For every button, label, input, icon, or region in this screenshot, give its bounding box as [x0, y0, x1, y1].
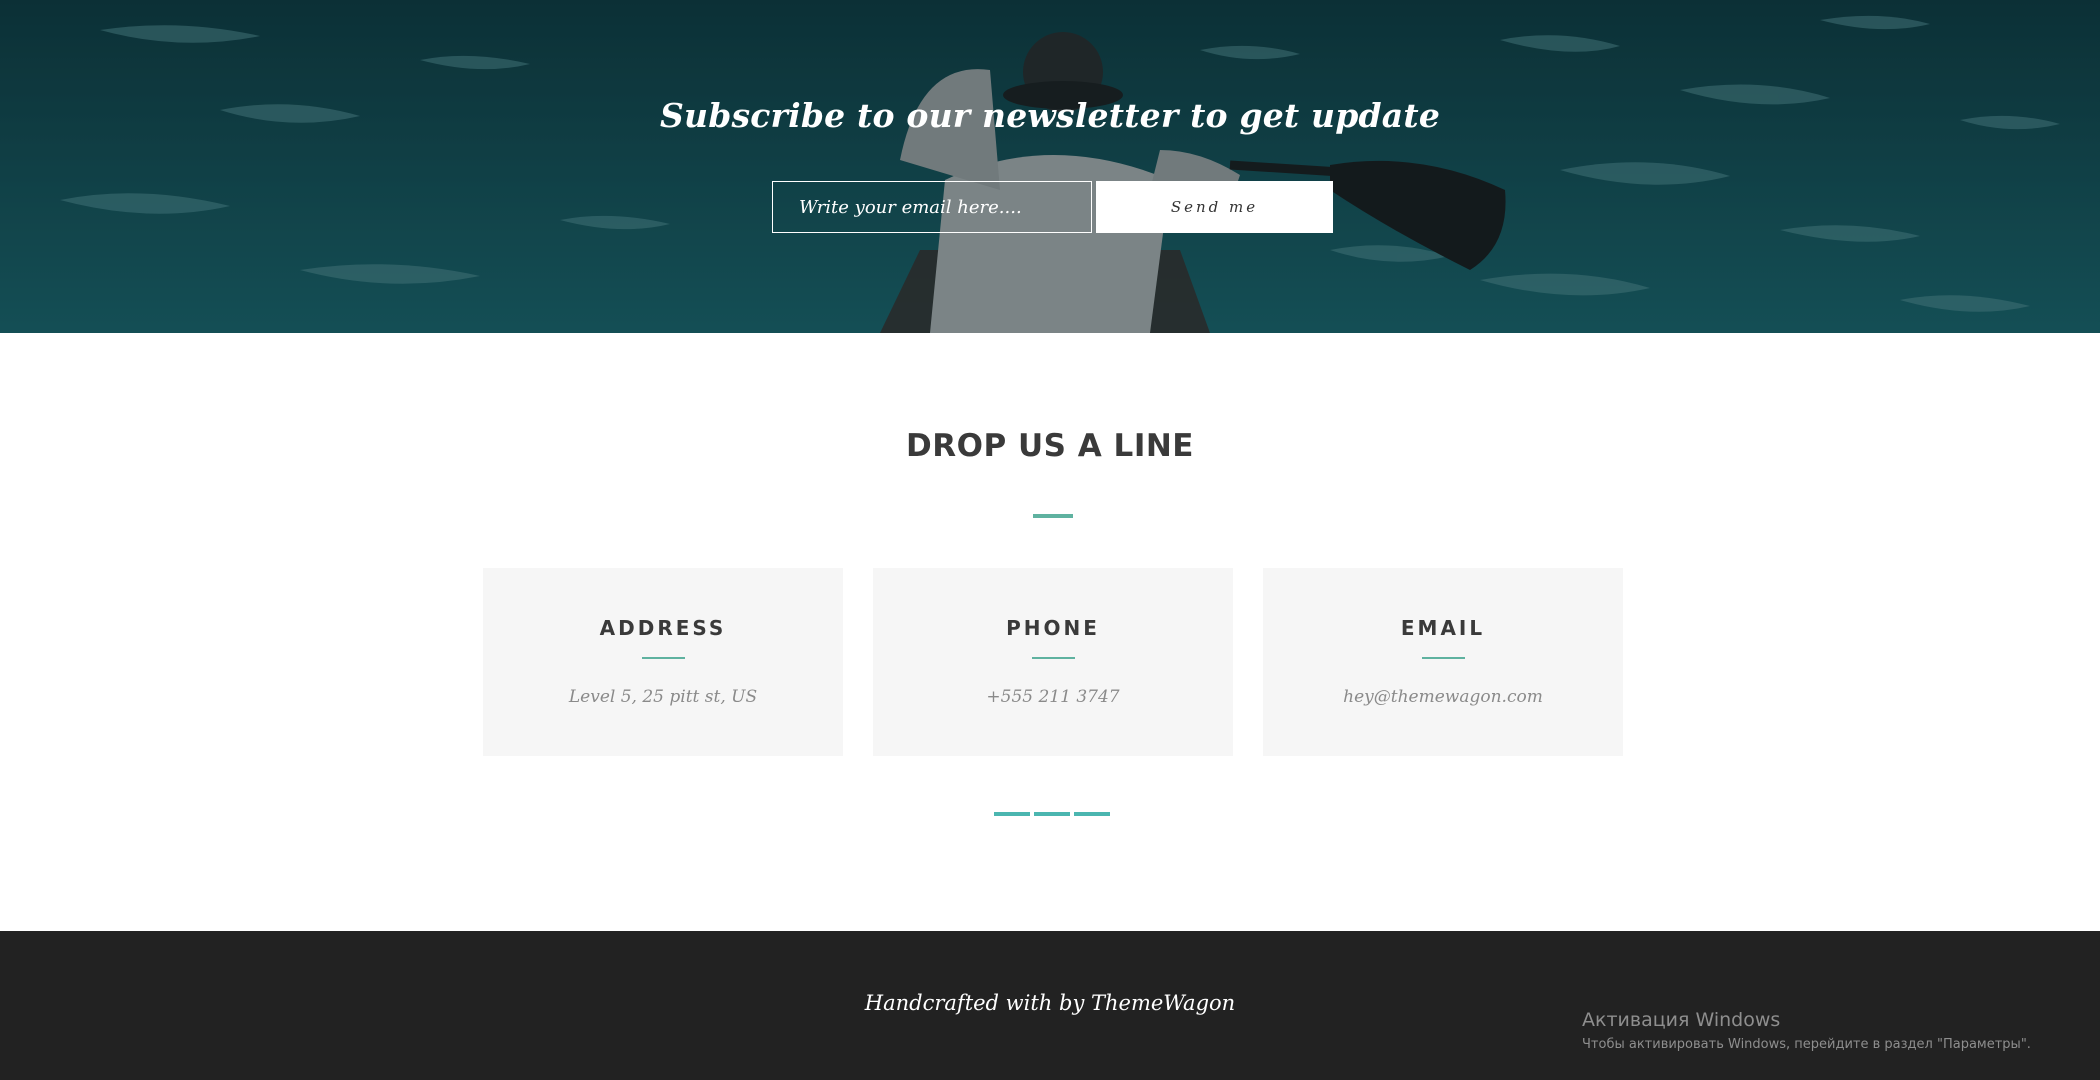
hero-overlay	[0, 0, 2100, 333]
footer: Handcrafted with by ThemeWagon	[0, 931, 2100, 1080]
email-value: hey@themewagon.com	[1343, 687, 1543, 707]
windows-activation-title: Активация Windows	[1582, 1009, 1781, 1031]
windows-activation-watermark: Активация Windows Чтобы активировать Win…	[1582, 1009, 2031, 1052]
phone-card: PHONE +555 211 3747	[873, 568, 1233, 756]
pagination-indicator	[994, 812, 1110, 816]
phone-value: +555 211 3747	[986, 687, 1120, 707]
address-value: Level 5, 25 pitt st, US	[568, 687, 758, 707]
address-card-title: ADDRESS	[599, 616, 727, 640]
phone-card-title: PHONE	[1006, 616, 1100, 640]
newsletter-email-input[interactable]	[772, 181, 1092, 233]
pagination-dash[interactable]	[1034, 812, 1070, 816]
card-divider	[1422, 657, 1465, 659]
card-divider	[642, 657, 685, 659]
windows-activation-subtitle: Чтобы активировать Windows, перейдите в …	[1582, 1037, 2031, 1052]
email-card: EMAIL hey@themewagon.com	[1263, 568, 1623, 756]
email-card-title: EMAIL	[1400, 616, 1486, 640]
pagination-dash[interactable]	[1074, 812, 1110, 816]
pagination-dash[interactable]	[994, 812, 1030, 816]
contact-title: DROP US A LINE	[906, 428, 1194, 464]
title-divider	[1033, 514, 1073, 518]
newsletter-title: Subscribe to our newsletter to get updat…	[659, 96, 1441, 135]
send-me-button[interactable]: Send me	[1096, 181, 1333, 233]
newsletter-hero: Subscribe to our newsletter to get updat…	[0, 0, 2100, 333]
address-card: ADDRESS Level 5, 25 pitt st, US	[483, 568, 843, 756]
card-divider	[1032, 657, 1075, 659]
